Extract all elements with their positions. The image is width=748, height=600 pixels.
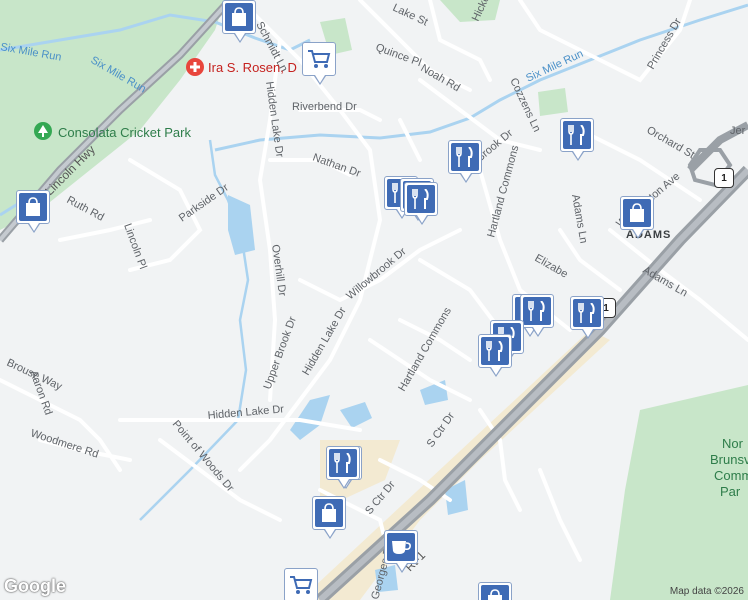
- street-label: Ruth Rd: [65, 194, 106, 224]
- fork-knife-icon: [481, 337, 509, 365]
- fork-knife-icon: [329, 449, 357, 477]
- grocery-marker[interactable]: [302, 42, 336, 85]
- shopping-bag-icon: [481, 585, 509, 600]
- shopping-marker[interactable]: [222, 0, 256, 43]
- fork-knife-icon: [523, 297, 551, 325]
- street-label: Hartland Commons: [485, 144, 521, 239]
- shopping-marker[interactable]: [312, 496, 346, 539]
- shopping-marker[interactable]: [16, 190, 50, 233]
- park-area-mid: [538, 88, 568, 116]
- pond-1: [228, 195, 255, 255]
- coffee-cup-icon: [387, 533, 415, 561]
- street-label: Upper Brook Dr: [262, 315, 300, 391]
- hospital-icon[interactable]: [186, 58, 204, 76]
- street-label: Nathan Dr: [311, 152, 363, 181]
- street-label: Princess Dr: [645, 16, 684, 72]
- shopping-bag-icon: [225, 3, 253, 31]
- shopping-cart-icon: [287, 571, 315, 599]
- restaurant-marker[interactable]: [448, 140, 482, 183]
- street-label: Woodmere Rd: [29, 427, 100, 460]
- grocery-marker[interactable]: [284, 568, 318, 600]
- street-label: Noah Rd: [419, 62, 463, 94]
- fork-knife-icon: [573, 299, 601, 327]
- restaurant-marker[interactable]: [560, 118, 594, 161]
- hospital-label: Ira S. Rosen, D: [208, 60, 297, 75]
- park-label: Consolata Cricket Park: [58, 125, 191, 140]
- fork-knife-icon: [451, 143, 479, 171]
- pond-2: [290, 395, 330, 440]
- map-base-layer: Schmidt Ln Quince Pl Noah Rd Lake St Hic…: [0, 0, 748, 600]
- fork-knife-icon: [407, 185, 435, 213]
- street-label: Riverbend Dr: [292, 101, 357, 113]
- street-label: Elizabe: [533, 252, 570, 280]
- street-label: Willowbrook Dr: [344, 245, 409, 302]
- google-logo: Google: [4, 576, 66, 596]
- street-label: Orchard St: [645, 124, 697, 161]
- map-attribution[interactable]: Map data ©2026: [670, 586, 744, 597]
- street-label: Hartland Commons: [396, 305, 454, 393]
- shopping-cart-icon: [305, 45, 333, 73]
- fork-knife-icon: [563, 121, 591, 149]
- shopping-bag-icon: [19, 193, 47, 221]
- restaurant-marker[interactable]: [404, 182, 438, 225]
- pond-3: [340, 402, 372, 428]
- map-canvas[interactable]: Schmidt Ln Quince Pl Noah Rd Lake St Hic…: [0, 0, 748, 600]
- street-label: Cozzens Ln: [507, 76, 542, 134]
- restaurant-marker[interactable]: [520, 294, 554, 337]
- street-label: Lake St: [391, 2, 430, 29]
- street-label: Quince Pl: [374, 42, 423, 70]
- shopping-bag-icon: [315, 499, 343, 527]
- street-label: S Ctr Dr: [425, 410, 458, 450]
- street-label: Lincoln Pl: [121, 222, 149, 271]
- street-label: Adams Ln: [569, 193, 589, 244]
- street-label: Jer: [730, 125, 746, 137]
- shopping-bag-icon: [623, 199, 651, 227]
- tree-icon[interactable]: [34, 122, 52, 140]
- restaurant-marker[interactable]: [478, 334, 512, 377]
- shopping-marker[interactable]: [478, 582, 512, 600]
- cafe-marker[interactable]: [384, 530, 418, 573]
- restaurant-marker[interactable]: [326, 446, 360, 489]
- shopping-marker[interactable]: [620, 196, 654, 239]
- restaurant-marker[interactable]: [570, 296, 604, 339]
- route-shield: 1: [714, 168, 734, 188]
